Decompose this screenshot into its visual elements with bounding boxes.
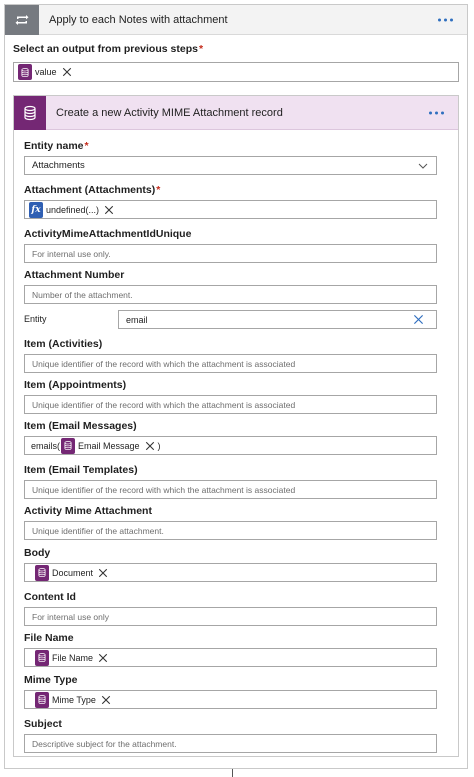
attachment-label: Attachment (Attachments)* [24, 184, 161, 196]
content-id-label: Content Id [24, 591, 76, 603]
select-output-input[interactable]: value [13, 62, 459, 82]
item-appointments-label: Item (Appointments) [24, 379, 127, 391]
mime-type-token-close-icon[interactable] [100, 694, 112, 706]
database-icon [61, 437, 76, 454]
entity-name-label: Entity name* [24, 140, 89, 152]
attachment-token: fx undefined(...) [29, 201, 115, 218]
body-input[interactable]: Document [24, 563, 437, 582]
value-token: value [18, 64, 73, 80]
activity-mime-label: Activity Mime Attachment [24, 505, 152, 517]
file-name-label: File Name [24, 632, 74, 644]
clear-close-icon[interactable] [413, 314, 424, 325]
chevron-down-icon [418, 163, 428, 169]
item-appointments-input[interactable]: Unique identifier of the record with whi… [24, 395, 437, 414]
loop-arrows-icon [5, 4, 39, 35]
activity-mime-input[interactable]: Unique identifier of the attachment. [24, 521, 437, 540]
mime-type-token: Mime Type [35, 691, 112, 708]
item-email-expression: emails( Email Message ) [31, 437, 161, 454]
email-message-token-close-icon[interactable] [144, 440, 156, 452]
loop-title: Apply to each Notes with attachment [49, 13, 228, 26]
entity-input[interactable]: email [118, 310, 437, 329]
loop-more-dots-icon[interactable] [434, 14, 457, 25]
subject-input[interactable]: Descriptive subject for the attachment. [24, 734, 437, 753]
entity-name-value: Attachments [32, 160, 85, 171]
item-email-templates-label: Item (Email Templates) [24, 464, 138, 476]
flow-connector [232, 769, 233, 777]
loop-header[interactable]: Apply to each Notes with attachment [5, 4, 467, 35]
select-output-label: Select an output from previous steps* [13, 43, 204, 55]
file-name-token: File Name [35, 649, 109, 666]
create-record-card: Create a new Activity MIME Attachment re… [13, 95, 459, 757]
attachment-input[interactable]: fx undefined(...) [24, 200, 437, 219]
document-token-close-icon[interactable] [97, 567, 109, 579]
mime-type-input[interactable]: Mime Type [24, 690, 437, 709]
database-icon [14, 95, 46, 130]
entity-name-dropdown[interactable]: Attachments [24, 156, 437, 175]
file-name-token-close-icon[interactable] [97, 652, 109, 664]
database-icon [35, 564, 49, 581]
database-icon [35, 691, 49, 708]
attachment-number-label: Attachment Number [24, 269, 125, 281]
apply-to-each-card: Apply to each Notes with attachment Sele… [4, 4, 468, 769]
item-email-messages-label: Item (Email Messages) [24, 420, 137, 432]
action-more-dots-icon[interactable] [425, 107, 448, 118]
mime-unique-input[interactable]: For internal use only. [24, 244, 437, 263]
file-name-input[interactable]: File Name [24, 648, 437, 667]
fx-icon: fx [29, 201, 43, 218]
database-icon [18, 64, 32, 80]
subject-label: Subject [24, 718, 62, 730]
database-icon [35, 649, 49, 666]
value-token-close-icon[interactable] [61, 66, 73, 78]
attachment-number-input[interactable]: Number of the attachment. [24, 285, 437, 304]
item-email-messages-input[interactable]: emails( Email Message ) [24, 436, 437, 455]
document-token: Document [35, 564, 109, 581]
item-activities-label: Item (Activities) [24, 338, 103, 350]
body-label: Body [24, 547, 51, 559]
content-id-input[interactable]: For internal use only [24, 607, 437, 626]
mime-type-label: Mime Type [24, 674, 78, 686]
mime-unique-label: ActivityMimeAttachmentIdUnique [24, 228, 192, 240]
action-header[interactable]: Create a new Activity MIME Attachment re… [14, 95, 458, 130]
action-title: Create a new Activity MIME Attachment re… [56, 106, 283, 119]
entity-label: Entity [24, 314, 47, 324]
attachment-token-close-icon[interactable] [103, 204, 115, 216]
item-activities-input[interactable]: Unique identifier of the record with whi… [24, 354, 437, 373]
item-email-templates-input[interactable]: Unique identifier of the record with whi… [24, 480, 437, 499]
